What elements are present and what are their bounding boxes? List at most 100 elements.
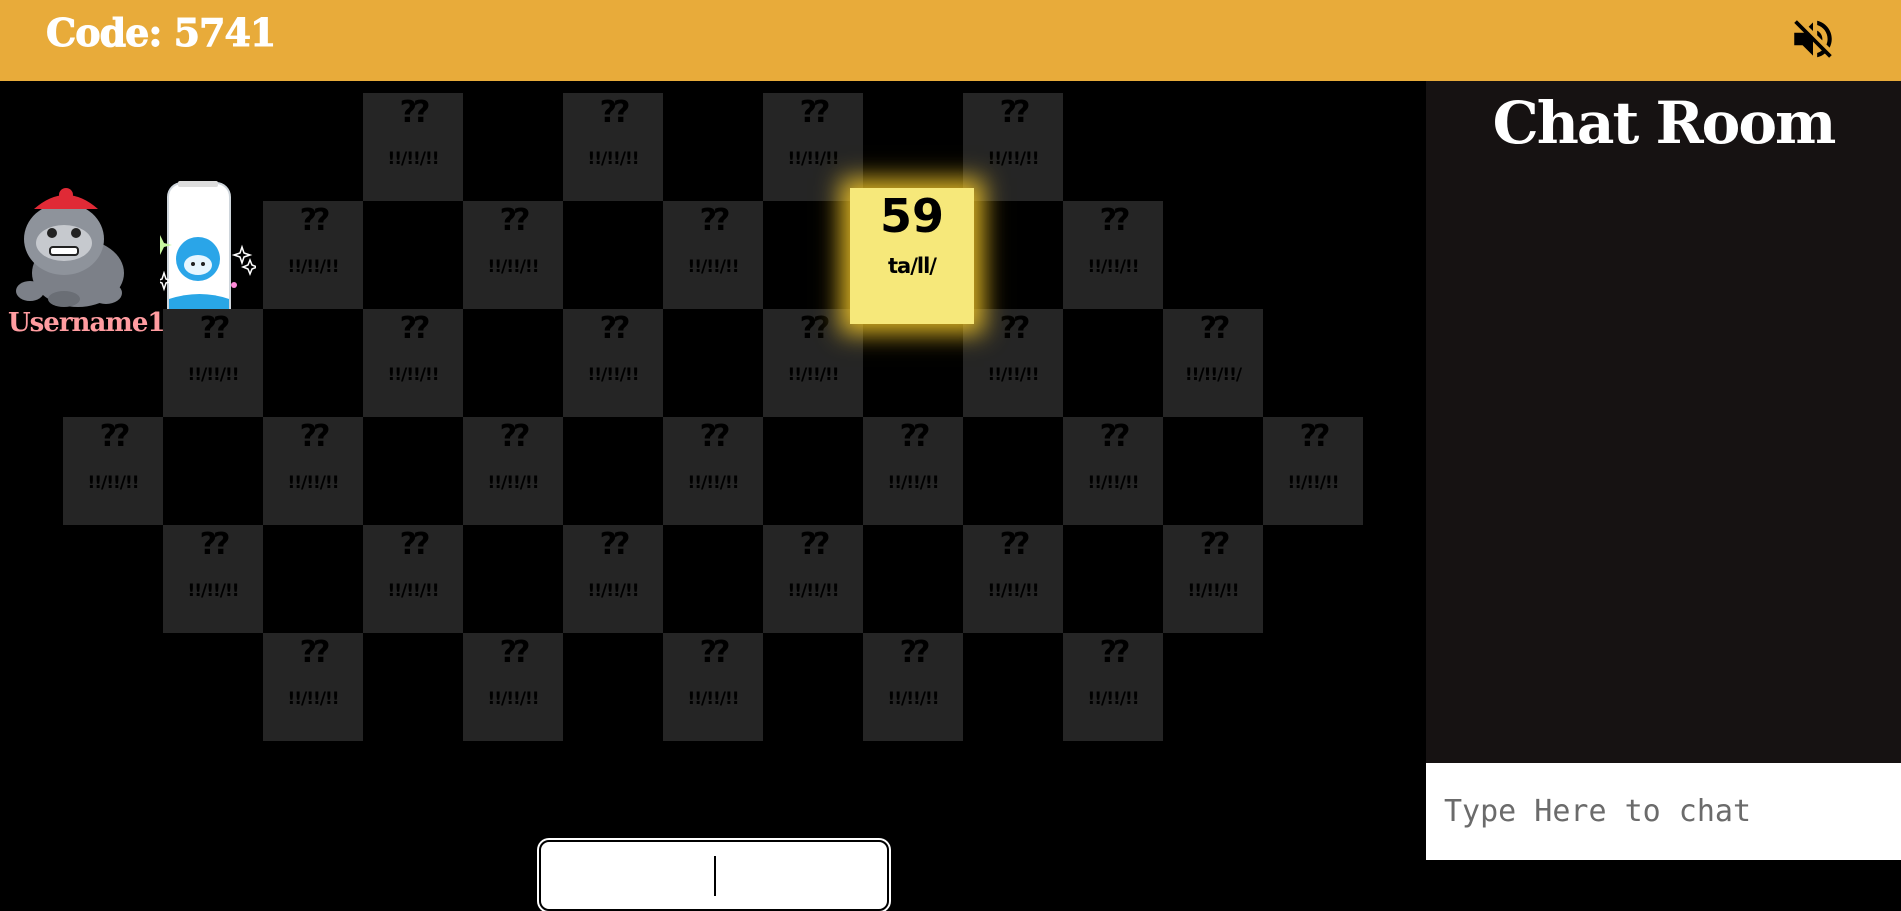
tile-subtitle: !!/!!/!! — [887, 473, 940, 493]
tile-question: ?? — [599, 95, 631, 130]
board-tile[interactable]: ?? !!/!!/!! — [463, 417, 563, 525]
player-username: Username1 — [8, 308, 165, 338]
tile-question: ?? — [699, 419, 731, 454]
board-tile[interactable]: ?? !!/!!/!! — [563, 93, 663, 201]
active-tile[interactable]: 59 ta/ll/ — [850, 188, 974, 324]
tile-question: ?? — [1199, 527, 1231, 562]
tile-question: ?? — [199, 311, 231, 346]
tile-question: ?? — [999, 311, 1031, 346]
tile-question: ?? — [499, 635, 531, 670]
tile-question: ?? — [799, 311, 831, 346]
tile-subtitle: !!/!!/!! — [287, 473, 340, 493]
board-tile[interactable]: ?? !!/!!/!!/ — [1163, 309, 1263, 417]
tile-subtitle: !!/!!/!! — [787, 149, 840, 169]
tile-subtitle: !!/!!/!! — [587, 149, 640, 169]
tile-question: ?? — [1099, 203, 1131, 238]
mute-toggle-button[interactable] — [1788, 14, 1838, 64]
board-tile[interactable]: ?? !!/!!/!! — [863, 633, 963, 741]
board-tile[interactable]: ?? !!/!!/!! — [963, 525, 1063, 633]
tile-question: ?? — [399, 311, 431, 346]
board-tile[interactable]: ?? !!/!!/!! — [263, 201, 363, 309]
board-tile[interactable]: ?? !!/!!/!! — [363, 309, 463, 417]
gorilla-avatar — [16, 188, 124, 307]
tile-question: ?? — [999, 95, 1031, 130]
tile-subtitle: !!/!!/!! — [1287, 473, 1340, 493]
board-tile[interactable]: ?? !!/!!/!! — [1063, 633, 1163, 741]
board-tile[interactable]: ?? !!/!!/!! — [663, 417, 763, 525]
tile-subtitle: !!/!!/!! — [487, 689, 540, 709]
tile-question: ?? — [299, 419, 331, 454]
tile-subtitle: !!/!!/!!/ — [1184, 365, 1242, 385]
tile-subtitle: !!/!!/!! — [287, 257, 340, 277]
tile-question: ?? — [899, 635, 931, 670]
tile-subtitle: !!/!!/!! — [387, 365, 440, 385]
tile-subtitle: !!/!!/!! — [987, 365, 1040, 385]
board-tile[interactable]: ?? !!/!!/!! — [763, 93, 863, 201]
tile-subtitle: !!/!!/!! — [587, 581, 640, 601]
tile-question: ?? — [499, 203, 531, 238]
tile-subtitle: !!/!!/!! — [1087, 689, 1140, 709]
tile-question: ?? — [699, 203, 731, 238]
board-tile[interactable]: ?? !!/!!/!! — [363, 525, 463, 633]
board-tile[interactable]: ?? !!/!!/!! — [863, 417, 963, 525]
tile-subtitle: !!/!!/!! — [387, 149, 440, 169]
board-tile[interactable]: ?? !!/!!/!! — [1063, 417, 1163, 525]
room-code: Code: 5741 — [45, 10, 276, 56]
board-tile[interactable]: ?? !!/!!/!! — [563, 525, 663, 633]
tile-question: ?? — [1099, 419, 1131, 454]
tile-subtitle: !!/!!/!! — [487, 257, 540, 277]
board-tile[interactable]: ?? !!/!!/!! — [763, 309, 863, 417]
tile-question: ?? — [799, 527, 831, 562]
tile-question: ?? — [199, 527, 231, 562]
top-bar: Code: 5741 — [0, 0, 1901, 81]
tile-subtitle: !!/!!/!! — [687, 473, 740, 493]
text-caret — [714, 856, 716, 896]
board-tile[interactable]: ?? !!/!!/!! — [563, 309, 663, 417]
tile-question: ?? — [499, 419, 531, 454]
tile-question: ?? — [799, 95, 831, 130]
tile-subtitle: !!/!!/!! — [587, 365, 640, 385]
tile-subtitle: !!/!!/!! — [87, 473, 140, 493]
board-tile[interactable]: ?? !!/!!/!! — [663, 633, 763, 741]
tile-subtitle: !!/!!/!! — [787, 581, 840, 601]
board-tile[interactable]: ?? !!/!!/!! — [263, 633, 363, 741]
tile-subtitle: !!/!!/!! — [1087, 257, 1140, 277]
board-tile[interactable]: ?? !!/!!/!! — [163, 309, 263, 417]
tile-subtitle: !!/!!/!! — [987, 149, 1040, 169]
board-tile[interactable]: ?? !!/!!/!! — [463, 633, 563, 741]
chat-panel: Chat Room — [1426, 81, 1901, 763]
tile-subtitle: !!/!!/!! — [687, 257, 740, 277]
board-tile[interactable]: ?? !!/!!/!! — [163, 525, 263, 633]
tile-subtitle: !!/!!/!! — [187, 365, 240, 385]
chat-input[interactable] — [1426, 763, 1901, 860]
board-tile[interactable]: ?? !!/!!/!! — [663, 201, 763, 309]
tile-subtitle: !!/!!/!! — [1187, 581, 1240, 601]
tile-subtitle: !!/!!/!! — [987, 581, 1040, 601]
game-board: Username1 ?? !!/!!/!!?? !!/!!/!!?? !!/!!/!!… — [0, 81, 1426, 911]
chat-title: Chat Room — [1492, 89, 1837, 157]
tile-question: ?? — [599, 311, 631, 346]
board-tile[interactable]: ?? !!/!!/!! — [63, 417, 163, 525]
board-tile[interactable]: ?? !!/!!/!! — [1063, 201, 1163, 309]
tile-subtitle: !!/!!/!! — [287, 689, 340, 709]
tile-question: ?? — [999, 527, 1031, 562]
tile-subtitle: !!/!!/!! — [887, 689, 940, 709]
board-tile[interactable]: ?? !!/!!/!! — [963, 309, 1063, 417]
board-tile[interactable]: ?? !!/!!/!! — [763, 525, 863, 633]
tile-subtitle: !!/!!/!! — [387, 581, 440, 601]
answer-input-box[interactable] — [539, 840, 889, 911]
board-tile[interactable]: ?? !!/!!/!! — [963, 93, 1063, 201]
tile-subtitle: !!/!!/!! — [487, 473, 540, 493]
tile-question: ?? — [699, 635, 731, 670]
board-tile[interactable]: ?? !!/!!/!! — [463, 201, 563, 309]
tile-question: ?? — [1299, 419, 1331, 454]
active-tile-subtitle: ta/ll/ — [888, 254, 937, 278]
board-tile[interactable]: ?? !!/!!/!! — [1163, 525, 1263, 633]
tile-question: ?? — [899, 419, 931, 454]
board-tile[interactable]: ?? !!/!!/!! — [1263, 417, 1363, 525]
tile-question: ?? — [399, 95, 431, 130]
board-tile[interactable]: ?? !!/!!/!! — [263, 417, 363, 525]
tile-question: ?? — [1099, 635, 1131, 670]
tile-question: ?? — [99, 419, 131, 454]
board-tile[interactable]: ?? !!/!!/!! — [363, 93, 463, 201]
